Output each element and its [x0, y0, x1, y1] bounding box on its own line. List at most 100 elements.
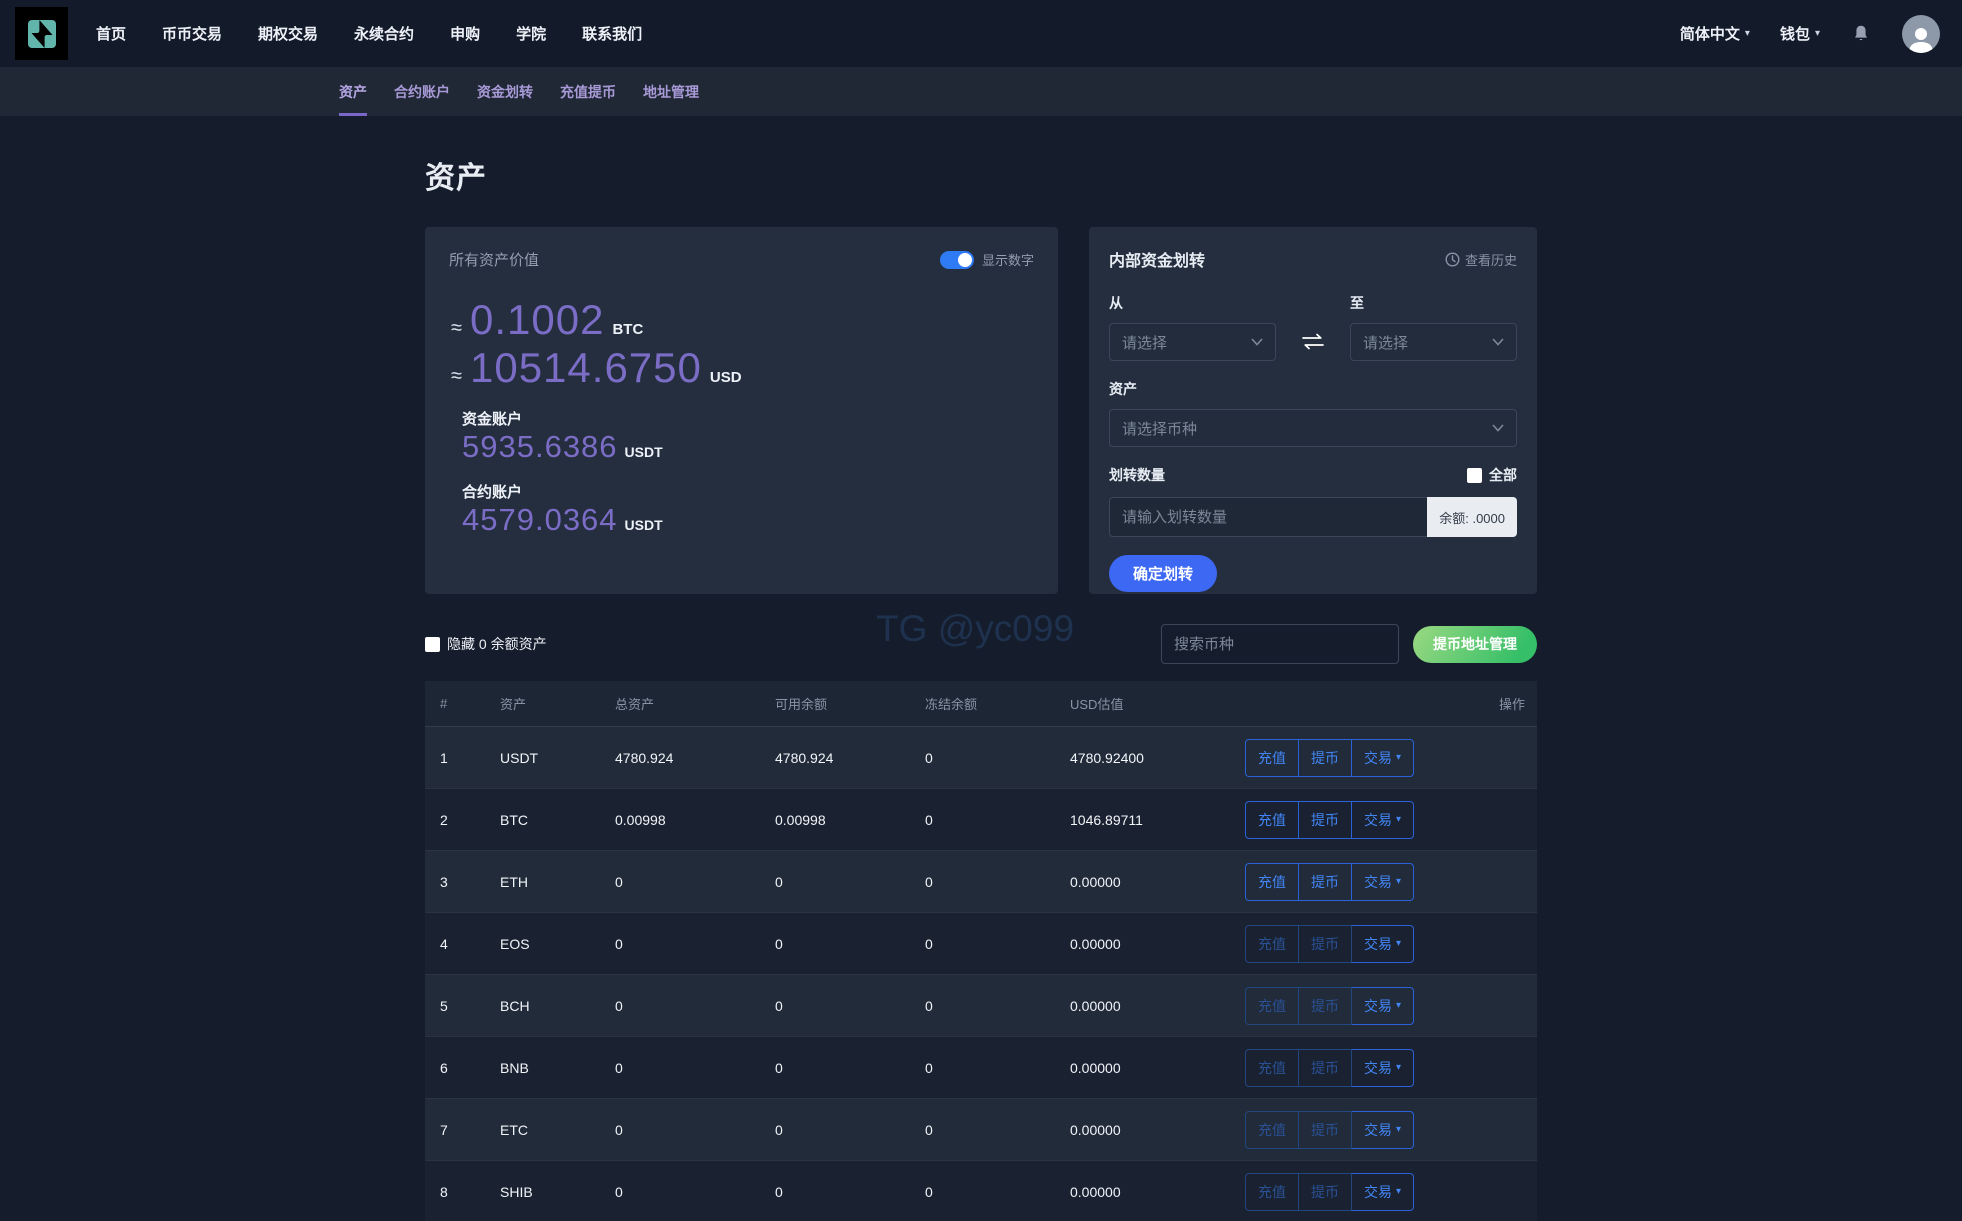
table-row: 8SHIB0000.00000充值提币交易▾: [425, 1161, 1537, 1221]
frozen-balance: 0: [925, 812, 1070, 828]
row-index: 6: [440, 1060, 500, 1076]
to-account-select[interactable]: 请选择: [1350, 323, 1517, 361]
total-btc-value: 0.1002: [470, 296, 604, 344]
subtab-fund-transfer[interactable]: 资金划转: [477, 67, 533, 116]
available-balance: 4780.924: [775, 750, 925, 766]
transfer-amount-label: 划转数量: [1109, 465, 1165, 485]
person-icon: [1906, 25, 1936, 53]
brand-logo[interactable]: [15, 7, 68, 60]
deposit-button[interactable]: 充值: [1245, 987, 1298, 1025]
withdraw-button[interactable]: 提币: [1298, 801, 1351, 839]
asset-select[interactable]: 请选择币种: [1109, 409, 1517, 447]
usd-value: 0.00000: [1070, 1122, 1245, 1138]
frozen-balance: 0: [925, 750, 1070, 766]
approx-symbol: ≈: [451, 317, 462, 340]
row-index: 7: [440, 1122, 500, 1138]
caret-down-icon: ▾: [1396, 1124, 1401, 1135]
show-numbers-label: 显示数字: [982, 250, 1034, 269]
chevron-down-icon: [1492, 338, 1504, 346]
table-row: 3ETH0000.00000充值提币交易▾: [425, 851, 1537, 913]
row-index: 8: [440, 1184, 500, 1200]
deposit-button[interactable]: 充值: [1245, 801, 1298, 839]
total-balance: 4780.924: [615, 750, 775, 766]
notification-bell-icon[interactable]: [1850, 23, 1872, 45]
transfer-amount-input[interactable]: [1109, 497, 1427, 537]
withdraw-address-management-button[interactable]: 提币地址管理: [1413, 626, 1537, 663]
trade-dropdown-button[interactable]: 交易▾: [1351, 1173, 1414, 1211]
total-balance: 0: [615, 936, 775, 952]
account-subnav: 资产 合约账户 资金划转 充值提币 地址管理: [0, 67, 1962, 116]
deposit-button[interactable]: 充值: [1245, 739, 1298, 777]
usd-unit-label: USD: [710, 369, 742, 386]
transfer-all-label: 全部: [1489, 465, 1517, 485]
asset-name: BNB: [500, 1060, 615, 1076]
asset-overview-card: 所有资产价值 显示数字 ≈ 0.1002 BTC ≈ 10514.6750 US…: [425, 227, 1058, 594]
frozen-balance: 0: [925, 936, 1070, 952]
wallet-dropdown[interactable]: 钱包 ▾: [1780, 23, 1820, 44]
search-coin-input[interactable]: [1161, 624, 1399, 664]
header-asset: 资产: [500, 694, 615, 713]
trade-dropdown-button[interactable]: 交易▾: [1351, 1049, 1414, 1087]
trade-dropdown-button[interactable]: 交易▾: [1351, 925, 1414, 963]
approx-symbol: ≈: [451, 365, 462, 388]
swap-direction-button[interactable]: [1298, 323, 1328, 361]
trade-dropdown-button[interactable]: 交易▾: [1351, 863, 1414, 901]
total-balance: 0: [615, 874, 775, 890]
nav-item-perpetual[interactable]: 永续合约: [354, 23, 414, 44]
withdraw-button[interactable]: 提币: [1298, 863, 1351, 901]
usd-value: 1046.89711: [1070, 812, 1245, 828]
from-account-select[interactable]: 请选择: [1109, 323, 1276, 361]
trade-dropdown-button[interactable]: 交易▾: [1351, 1111, 1414, 1149]
available-balance: 0: [775, 936, 925, 952]
frozen-balance: 0: [925, 1122, 1070, 1138]
asset-name: USDT: [500, 750, 615, 766]
subtab-assets[interactable]: 资产: [339, 67, 367, 116]
user-avatar[interactable]: [1902, 15, 1940, 53]
transfer-card-title: 内部资金划转: [1109, 247, 1205, 271]
contract-account-value: 4579.0364: [462, 502, 618, 538]
subtab-deposit-withdraw[interactable]: 充值提币: [560, 67, 616, 116]
show-numbers-toggle[interactable]: [940, 251, 974, 269]
deposit-button[interactable]: 充值: [1245, 1049, 1298, 1087]
frozen-balance: 0: [925, 998, 1070, 1014]
view-history-link[interactable]: 查看历史: [1445, 250, 1517, 269]
nav-item-academy[interactable]: 学院: [516, 23, 546, 44]
nav-item-subscribe[interactable]: 申购: [450, 23, 480, 44]
trade-dropdown-button[interactable]: 交易▾: [1351, 987, 1414, 1025]
deposit-button[interactable]: 充值: [1245, 863, 1298, 901]
trade-dropdown-button[interactable]: 交易▾: [1351, 739, 1414, 777]
nav-item-options-trade[interactable]: 期权交易: [258, 23, 318, 44]
withdraw-button[interactable]: 提币: [1298, 739, 1351, 777]
asset-name: SHIB: [500, 1184, 615, 1200]
total-balance: 0: [615, 1122, 775, 1138]
nav-item-spot-trade[interactable]: 币币交易: [162, 23, 222, 44]
subtab-contract-account[interactable]: 合约账户: [394, 67, 450, 116]
row-index: 4: [440, 936, 500, 952]
deposit-button[interactable]: 充值: [1245, 1173, 1298, 1211]
from-label: 从: [1109, 293, 1276, 313]
table-row: 4EOS0000.00000充值提币交易▾: [425, 913, 1537, 975]
total-balance: 0: [615, 998, 775, 1014]
withdraw-button[interactable]: 提币: [1298, 1111, 1351, 1149]
language-dropdown[interactable]: 简体中文 ▾: [1680, 23, 1750, 44]
caret-down-icon: ▾: [1396, 1000, 1401, 1011]
deposit-button[interactable]: 充值: [1245, 925, 1298, 963]
caret-down-icon: ▾: [1815, 28, 1820, 39]
deposit-button[interactable]: 充值: [1245, 1111, 1298, 1149]
funding-account-unit: USDT: [625, 444, 663, 460]
confirm-transfer-button[interactable]: 确定划转: [1109, 555, 1217, 592]
withdraw-button[interactable]: 提币: [1298, 925, 1351, 963]
withdraw-button[interactable]: 提币: [1298, 1049, 1351, 1087]
withdraw-button[interactable]: 提币: [1298, 1173, 1351, 1211]
nav-item-contact[interactable]: 联系我们: [582, 23, 642, 44]
page-title: 资产: [425, 153, 1537, 197]
nav-item-home[interactable]: 首页: [96, 23, 126, 44]
subtab-address-management[interactable]: 地址管理: [643, 67, 699, 116]
available-balance: 0.00998: [775, 812, 925, 828]
usd-value: 0.00000: [1070, 1184, 1245, 1200]
transfer-all-checkbox[interactable]: [1467, 468, 1482, 483]
withdraw-button[interactable]: 提币: [1298, 987, 1351, 1025]
usd-value: 4780.92400: [1070, 750, 1245, 766]
trade-dropdown-button[interactable]: 交易▾: [1351, 801, 1414, 839]
hide-zero-checkbox[interactable]: [425, 637, 440, 652]
